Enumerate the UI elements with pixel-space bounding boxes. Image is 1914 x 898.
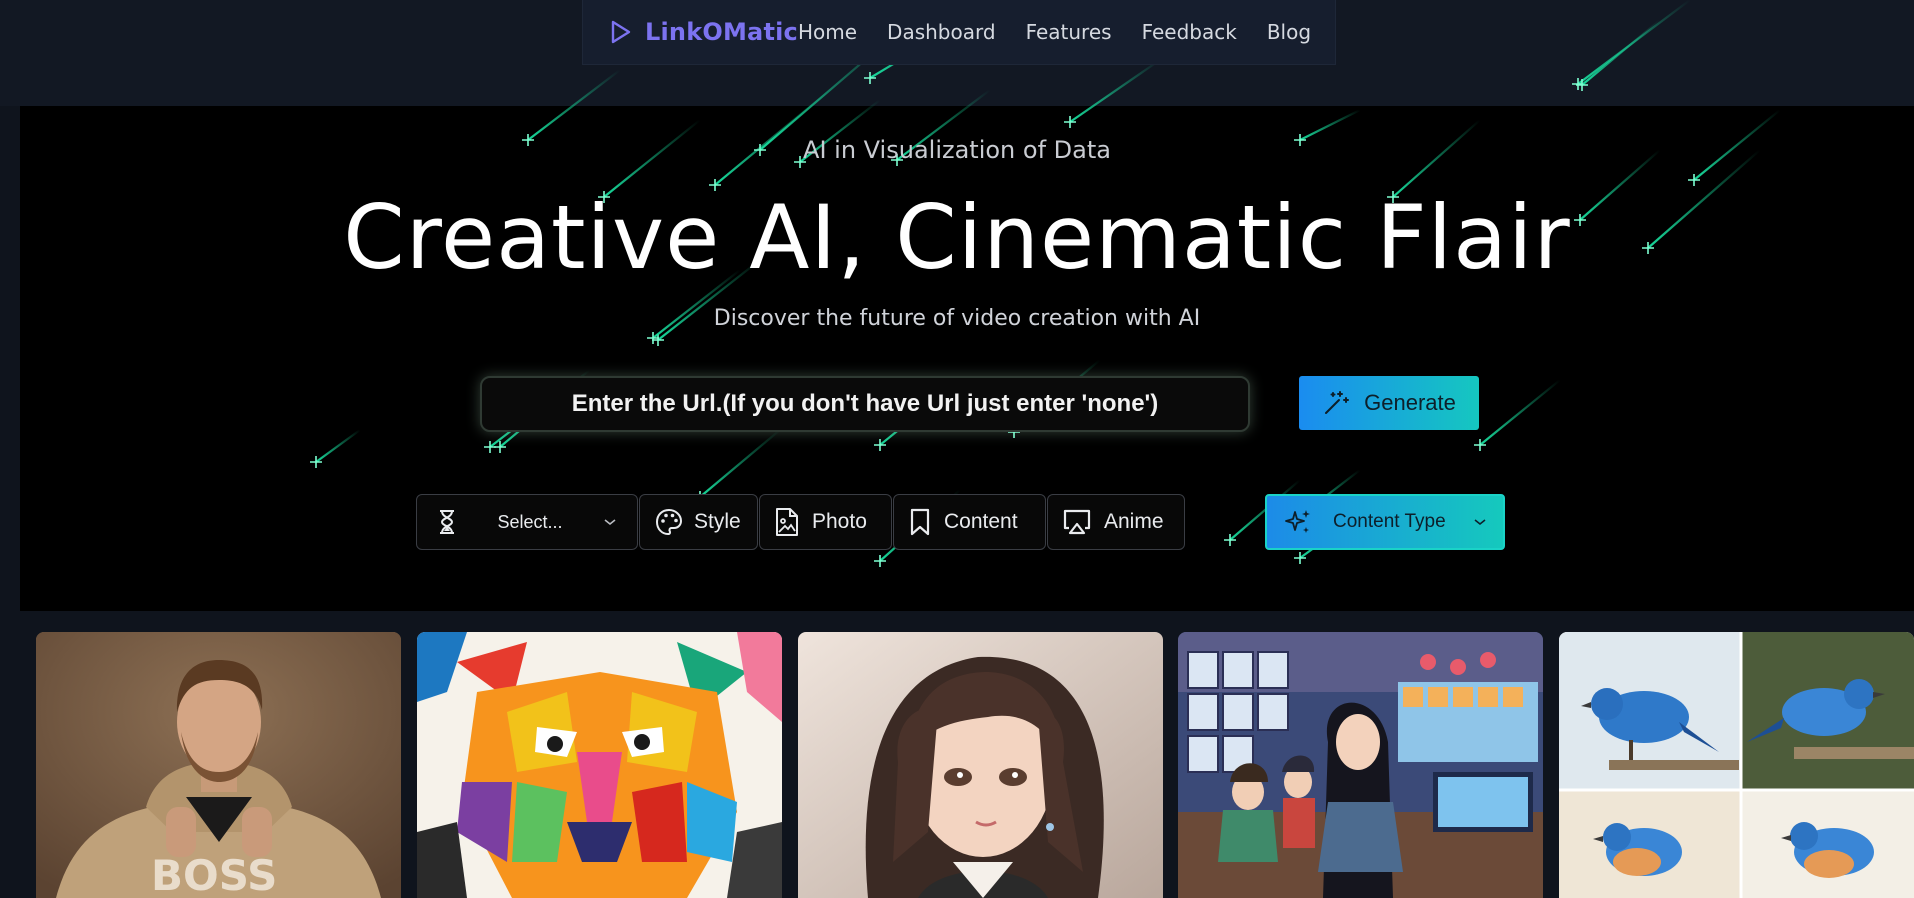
play-icon <box>611 20 631 44</box>
nav-link-features[interactable]: Features <box>1026 20 1112 44</box>
hero-kicker: AI in Visualization of Data <box>803 136 1111 164</box>
content-type-dropdown[interactable]: Content Type <box>1265 494 1505 550</box>
nav-link-home[interactable]: Home <box>798 20 857 44</box>
photo-filter-label: Photo <box>812 510 867 533</box>
nav-link-feedback[interactable]: Feedback <box>1142 20 1237 44</box>
generate-button[interactable]: Generate <box>1299 376 1479 430</box>
sparkles-icon <box>1285 510 1310 533</box>
nav-link-blog[interactable]: Blog <box>1267 20 1311 44</box>
anime-filter-label: Anime <box>1104 510 1164 533</box>
nav-links: Home Dashboard Features Feedback Blog <box>798 20 1341 44</box>
gallery-card-colorful-tiger[interactable] <box>417 632 782 898</box>
url-input[interactable] <box>480 376 1250 432</box>
gallery-image <box>798 632 1163 898</box>
brand-name: LinkOMatic <box>645 18 798 46</box>
palette-icon <box>655 508 683 536</box>
style-filter[interactable]: Style <box>639 494 758 550</box>
hero-headline: Creative AI, Cinematic Flair <box>343 186 1571 289</box>
hourglass-icon <box>440 510 454 534</box>
style-filter-label: Style <box>694 510 741 533</box>
image-file-icon <box>776 508 798 536</box>
content-type-label: Content Type <box>1333 511 1446 532</box>
content-filter-label: Content <box>944 510 1018 533</box>
photo-filter[interactable]: Photo <box>759 494 892 550</box>
anime-filter[interactable]: Anime <box>1047 494 1185 550</box>
duration-select[interactable]: Select... <box>416 494 638 550</box>
gallery-card-man-in-hoodie[interactable]: BOSS <box>36 632 401 898</box>
airplay-icon <box>1063 509 1091 535</box>
chevron-down-icon <box>604 519 616 526</box>
nav-link-dashboard[interactable]: Dashboard <box>887 20 996 44</box>
gallery-card-watercolor-bluebirds[interactable] <box>1559 632 1914 898</box>
hero-subline: Discover the future of video creation wi… <box>713 306 1201 331</box>
magic-wand-icon <box>1325 391 1350 414</box>
chevron-down-icon <box>1474 519 1486 526</box>
gallery-card-anime-artist-studio[interactable] <box>1178 632 1543 898</box>
main-nav: LinkOMatic Home Dashboard Features Feedb… <box>582 0 1336 65</box>
brand-logo[interactable]: LinkOMatic <box>607 18 798 46</box>
gallery-image <box>417 632 782 898</box>
gallery-card-anime-girl[interactable] <box>798 632 1163 898</box>
gallery-image <box>1178 632 1543 898</box>
content-filter[interactable]: Content <box>893 494 1046 550</box>
generate-label: Generate <box>1364 390 1456 415</box>
duration-select-value: Select... <box>497 511 563 532</box>
bookmark-icon <box>910 508 930 536</box>
gallery-image: BOSS <box>36 632 401 898</box>
gallery: BOSS <box>0 632 1914 898</box>
gallery-image <box>1559 632 1914 898</box>
svg-text:BOSS: BOSS <box>151 851 277 898</box>
